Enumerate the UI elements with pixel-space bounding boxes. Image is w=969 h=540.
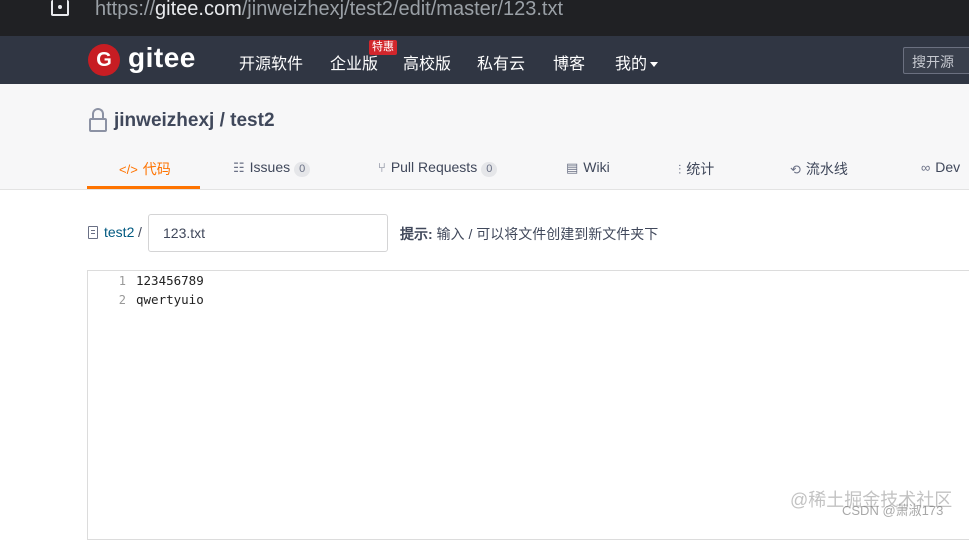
filename-input[interactable]: 123.txt [148,214,388,252]
pull-request-icon: ⑂ [378,160,386,175]
watermark-csdn: CSDN @萧淑173 [842,503,944,518]
line-number: 2 [118,293,126,307]
nav-private-cloud[interactable]: 私有云 [477,50,525,74]
gitee-logo-text[interactable]: gitee [128,42,196,74]
project-name-link[interactable]: test2 [230,110,274,131]
issues-count-badge: 0 [294,162,311,177]
breadcrumb-repo-link[interactable]: test2 [104,224,134,240]
tab-pull-requests[interactable]: ⑂ Pull Requests 0 [378,159,498,177]
code-icon: </> [119,162,138,177]
line-content[interactable]: 123456789 [136,271,204,291]
search-input[interactable]: 搜开源 [903,47,969,74]
project-title: jinweizhexj / test2 [114,110,275,131]
url-text[interactable]: https://gitee.com/jinweizhexj/test2/edit… [95,0,563,21]
stats-icon: ⫶ [678,162,682,177]
gitee-logo-icon[interactable]: G [88,44,120,76]
project-header: jinweizhexj / test2 </> 代码 ☷ Issues 0 ⑂ Pull… [0,84,969,190]
file-icon [88,226,98,239]
site-header: G gitee 开源软件 企业版 特惠 高校版 私有云 博客 我的 搜开源 [0,36,969,84]
pipeline-icon: ⟲ [790,162,801,177]
infinity-icon: ∞ [921,160,931,175]
tab-issues[interactable]: ☷ Issues 0 [233,159,311,177]
wiki-icon: ▤ [566,160,579,175]
filename-hint: 提示: 输入 / 可以将文件创建到新文件夹下 [400,226,659,242]
lock-icon-dot [58,5,62,9]
browser-address-bar[interactable]: https://gitee.com/jinweizhexj/test2/edit… [0,0,969,36]
active-tab-indicator [87,186,200,189]
tab-code[interactable]: </> 代码 [119,159,171,179]
issues-icon: ☷ [233,160,245,175]
tab-wiki[interactable]: ▤ Wiki [566,159,610,176]
nav-education[interactable]: 高校版 [403,50,451,74]
tab-devops[interactable]: ∞ Dev [921,159,960,175]
editor-line[interactable]: 1 123456789 [88,271,968,291]
line-number: 1 [118,274,126,288]
private-lock-icon [89,118,107,132]
tab-pipeline[interactable]: ⟲ 流水线 [790,159,848,179]
tab-stats[interactable]: ⫶ 统计 [678,159,714,179]
hot-badge: 特惠 [369,40,397,55]
nav-open-source[interactable]: 开源软件 [239,50,303,74]
line-content[interactable]: qwertyuio [136,290,204,310]
pr-count-badge: 0 [481,162,498,177]
editor-line[interactable]: 2 qwertyuio [88,290,968,310]
project-owner-link[interactable]: jinweizhexj [114,110,214,131]
breadcrumb-separator: / [138,224,142,240]
nav-mine[interactable]: 我的 [615,50,659,74]
chevron-down-icon [650,62,659,68]
nav-blog[interactable]: 博客 [553,50,585,74]
